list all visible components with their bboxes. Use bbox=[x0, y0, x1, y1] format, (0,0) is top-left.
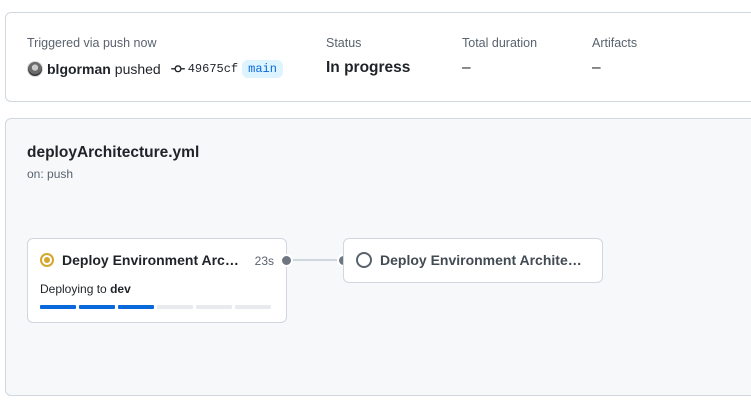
run-summary-card: Triggered via push now blgorman pushed 4… bbox=[5, 12, 751, 102]
status-label: Status bbox=[326, 36, 362, 50]
job-connector bbox=[287, 259, 343, 261]
commit-sha-link[interactable]: 49675cf bbox=[188, 62, 238, 76]
duration-label: Total duration bbox=[462, 36, 538, 50]
branch-badge[interactable]: main bbox=[242, 60, 283, 78]
job-current-step: Deploying to dev bbox=[40, 282, 131, 296]
avatar[interactable] bbox=[27, 61, 43, 77]
job-card-deploy-next[interactable]: Deploy Environment Architect... bbox=[343, 238, 603, 283]
job-progress-bar bbox=[40, 305, 271, 309]
workflow-trigger: on: push bbox=[27, 167, 74, 181]
progress-segment bbox=[40, 305, 76, 309]
artifacts-label: Artifacts bbox=[592, 36, 638, 50]
job-card-deploy-dev[interactable]: Deploy Environment Archit... 23s Deployi… bbox=[27, 238, 287, 323]
status-in-progress-icon bbox=[40, 253, 54, 267]
workflow-graph-card: deployArchitecture.yml on: push Deploy E… bbox=[5, 118, 751, 396]
action-text: pushed bbox=[114, 61, 161, 77]
job-name: Deploy Environment Archit... bbox=[62, 252, 247, 268]
progress-segment bbox=[235, 305, 271, 309]
workflow-file-name: deployArchitecture.yml bbox=[27, 144, 200, 161]
duration-value: – bbox=[462, 59, 471, 76]
job-duration: 23s bbox=[254, 254, 274, 268]
job-name: Deploy Environment Architect... bbox=[380, 252, 585, 268]
status-queued-icon bbox=[356, 252, 372, 268]
progress-segment bbox=[118, 305, 154, 309]
progress-segment bbox=[79, 305, 115, 309]
user-link[interactable]: blgorman bbox=[47, 61, 111, 77]
git-commit-icon bbox=[170, 62, 185, 76]
job-step-prefix: Deploying to bbox=[40, 282, 107, 296]
progress-segment bbox=[157, 305, 193, 309]
status-value: In progress bbox=[326, 59, 411, 76]
progress-segment bbox=[196, 305, 232, 309]
triggered-label: Triggered via push now bbox=[27, 36, 157, 50]
connector-dot-out bbox=[280, 254, 293, 267]
artifacts-value: – bbox=[592, 59, 601, 76]
trigger-details: blgorman pushed 49675cf main bbox=[27, 60, 283, 78]
job-step-env: dev bbox=[110, 282, 131, 296]
